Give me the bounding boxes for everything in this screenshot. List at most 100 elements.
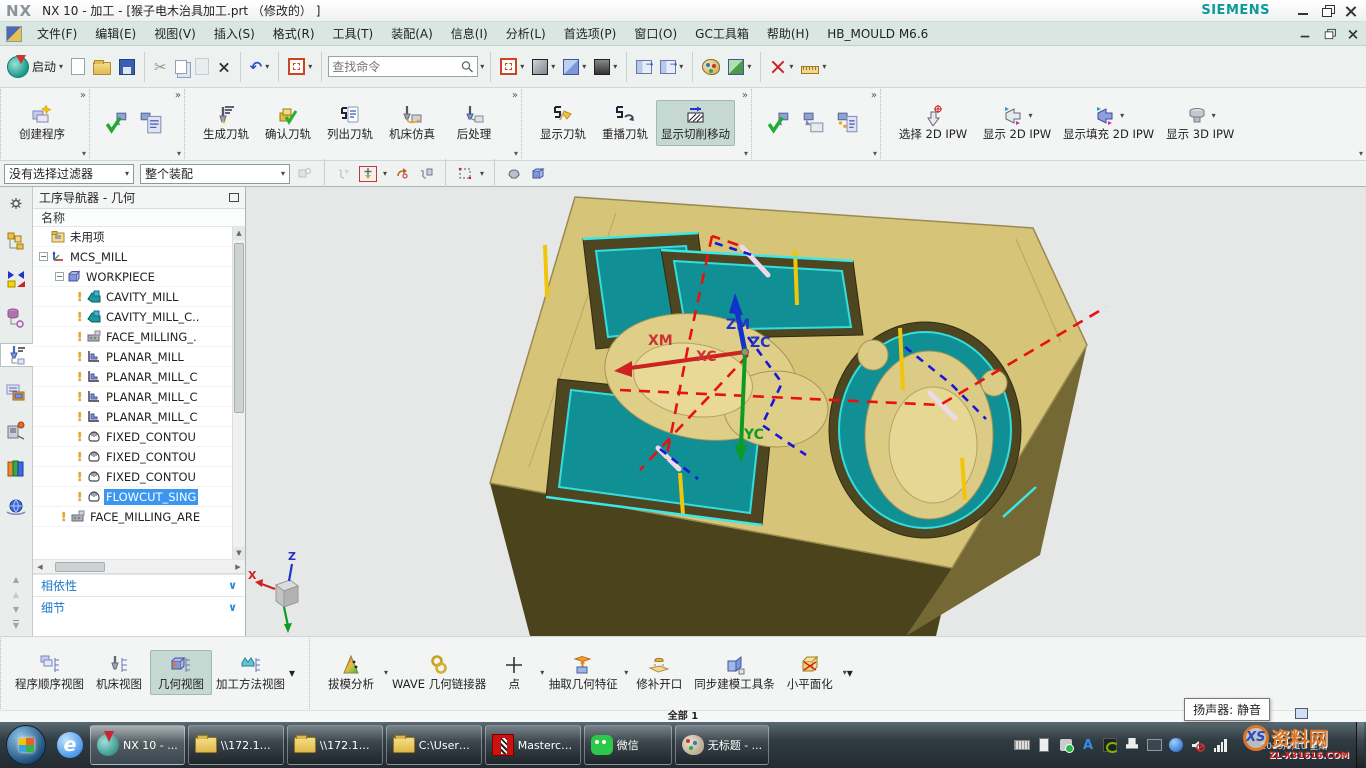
doc-minimize-button[interactable]: [1299, 28, 1311, 38]
menu-edit[interactable]: 编辑(E): [86, 23, 145, 44]
display-tray-icon[interactable]: [1146, 737, 1162, 753]
library-icon[interactable]: [4, 457, 28, 481]
scrollbar-thumb[interactable]: [234, 243, 244, 413]
taskbar-app-folder1[interactable]: \\172.16....: [188, 725, 284, 765]
check-tool-icon[interactable]: [104, 111, 130, 135]
tree-row-operation[interactable]: ! FIXED_CONTOU: [33, 447, 245, 467]
overflow-icon[interactable]: »: [80, 90, 86, 101]
overflow-icon[interactable]: »: [512, 90, 518, 101]
shaded-cube-icon[interactable]: [529, 166, 547, 182]
machine-tool-view-button[interactable]: 机床视图: [88, 651, 150, 694]
open-file-button[interactable]: [90, 56, 114, 78]
window-pane-button[interactable]: [633, 57, 655, 77]
wcs-display-button[interactable]: ▾: [767, 56, 796, 78]
find-component-icon[interactable]: [296, 166, 314, 182]
speaker-muted-icon[interactable]: [1190, 737, 1206, 753]
facet-body-button[interactable]: 小平面化: [779, 651, 841, 694]
taskbar-app-paint[interactable]: 无标题 - ...: [675, 725, 769, 765]
replay-toolpath-button[interactable]: 重播刀轨: [594, 101, 656, 144]
menu-gc-toolbox[interactable]: GC工具箱: [686, 23, 758, 44]
tree-row-operation[interactable]: ! FIXED_CONTOU: [33, 427, 245, 447]
rotate-point-icon[interactable]: [393, 166, 411, 182]
select-2d-ipw-button[interactable]: 选择 2D IPW: [891, 101, 975, 144]
restore-button[interactable]: [1320, 5, 1334, 17]
wave-geometry-linker-button[interactable]: WAVE 几何链接器: [388, 651, 490, 694]
cut-button[interactable]: ✂: [151, 56, 170, 78]
gear-icon[interactable]: [4, 191, 28, 215]
undock-icon[interactable]: [229, 193, 239, 202]
web-browser-icon[interactable]: [4, 495, 28, 519]
selection-filter-dropdown[interactable]: 没有选择过滤器 ▾: [4, 164, 134, 184]
vertical-scrollbar[interactable]: ▲ ▼: [232, 227, 245, 560]
overflow-icon[interactable]: »: [871, 90, 877, 101]
new-file-button[interactable]: [68, 55, 88, 78]
clock-area[interactable]: 2019/9/10 星期 XS 资料网 ZL-X31616.COM: [1235, 722, 1353, 768]
assembly-navigator-icon[interactable]: [4, 229, 28, 253]
taskbar-app-mastercam[interactable]: Masterca...: [485, 725, 581, 765]
resource-bar-arrows[interactable]: ▲▲▼▼: [13, 575, 19, 636]
geometry-view-button[interactable]: 几何视图: [150, 650, 212, 695]
input-method-icon[interactable]: A: [1080, 737, 1096, 753]
property-list-icon[interactable]: [138, 111, 164, 135]
tree-row-unused[interactable]: 未用项: [33, 227, 245, 247]
show-hide-button[interactable]: ▾: [725, 56, 754, 78]
copy-button[interactable]: [172, 57, 190, 77]
show-cutting-moves-button[interactable]: 显示切削移动: [656, 100, 735, 145]
tree-row-operation[interactable]: ! FACE_MILLING_.: [33, 327, 245, 347]
menu-assemblies[interactable]: 装配(A): [382, 23, 442, 44]
overflow-icon[interactable]: »: [175, 90, 181, 101]
constraint-navigator-icon[interactable]: [4, 267, 28, 291]
menu-window[interactable]: 窗口(O): [625, 23, 686, 44]
sync-modeling-button[interactable]: 同步建模工具条: [690, 651, 779, 694]
group-dropdown-icon[interactable]: ▾: [289, 666, 295, 680]
scroll-up-icon[interactable]: ▲: [233, 227, 245, 240]
tree-row-operation[interactable]: ! FACE_MILLING_ARE: [33, 507, 245, 527]
taskbar-app-folder2[interactable]: \\172.16.0...: [287, 725, 383, 765]
close-button[interactable]: [1344, 5, 1358, 17]
start-menu-button[interactable]: 启动 ▾: [4, 53, 66, 81]
tree-row-operation[interactable]: ! PLANAR_MILL_C: [33, 367, 245, 387]
fit-view-button[interactable]: ▾: [285, 55, 315, 78]
machine-tool-navigator-icon[interactable]: [4, 419, 28, 443]
save-button[interactable]: [116, 56, 138, 78]
tree-row-mcs[interactable]: − MCS_MILL: [33, 247, 245, 267]
generate-toolpath-button[interactable]: 生成刀轨: [195, 101, 257, 144]
group-dropdown-icon[interactable]: ▾: [1359, 149, 1363, 158]
list-toolpath-button[interactable]: 列出刀轨: [319, 101, 381, 144]
fit-window-button[interactable]: ▾: [497, 55, 527, 78]
group-dropdown-icon[interactable]: ▾: [514, 149, 518, 158]
marquee-select-icon[interactable]: [456, 166, 474, 182]
delete-button[interactable]: [214, 58, 234, 76]
verify-toolpath-button[interactable]: 确认刀轨: [257, 101, 319, 144]
hand-tool-icon[interactable]: [417, 166, 435, 182]
menu-information[interactable]: 信息(I): [442, 23, 497, 44]
group-dropdown-icon[interactable]: ▾: [873, 149, 877, 158]
show-toolpath-button[interactable]: 显示刀轨: [532, 101, 594, 144]
shaded-object-icon[interactable]: [505, 166, 523, 182]
machining-method-view-button[interactable]: 加工方法视图: [212, 651, 289, 694]
postprocess-button[interactable]: 后处理: [443, 101, 505, 144]
group-dropdown-icon[interactable]: ▾: [177, 149, 181, 158]
snap-enabled-icon[interactable]: [359, 166, 377, 182]
doc-restore-button[interactable]: [1323, 28, 1335, 38]
machining-feature-icon[interactable]: [4, 381, 28, 405]
view-triad[interactable]: X Z Y: [248, 550, 298, 636]
tree-row-operation[interactable]: ! CAVITY_MILL: [33, 287, 245, 307]
collapse-icon[interactable]: −: [39, 252, 48, 261]
tree-row-operation[interactable]: ! CAVITY_MILL_C..: [33, 307, 245, 327]
tree-row-workpiece[interactable]: − WORKPIECE: [33, 267, 245, 287]
collapse-icon[interactable]: −: [55, 272, 64, 281]
scroll-down-icon[interactable]: ▼: [233, 547, 245, 560]
menu-format[interactable]: 格式(R): [264, 23, 324, 44]
menu-insert[interactable]: 插入(S): [205, 23, 264, 44]
operation-navigator-icon[interactable]: [0, 343, 33, 367]
menu-preferences[interactable]: 首选项(P): [555, 23, 626, 44]
machine-sim-button[interactable]: 机床仿真: [381, 101, 443, 144]
snap-point-icon[interactable]: [335, 166, 353, 182]
program-order-view-button[interactable]: 程序顺序视图: [11, 651, 88, 694]
part-navigator-icon[interactable]: [4, 305, 28, 329]
dependencies-section[interactable]: 相依性 ∨: [33, 574, 245, 596]
menu-analysis[interactable]: 分析(L): [497, 23, 555, 44]
details-section[interactable]: 细节 ∨: [33, 596, 245, 618]
group-dropdown-icon[interactable]: ▾: [82, 149, 86, 158]
